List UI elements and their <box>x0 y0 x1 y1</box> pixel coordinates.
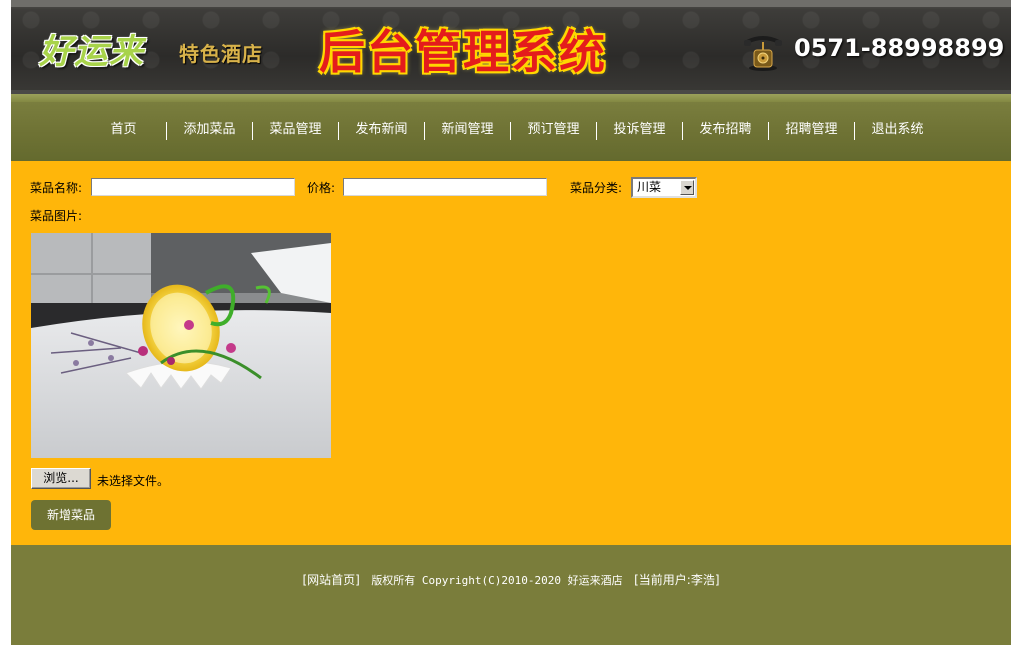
footer-home-link[interactable]: [网站首页] <box>302 573 359 587</box>
phone-number: 0571-88998899 <box>794 34 1005 62</box>
nav-item-reservation-management[interactable]: 预订管理 <box>511 122 597 140</box>
nav-list: 首页 添加菜品 菜品管理 发布新闻 新闻管理 预订管理 投诉管理 发布招聘 招聘… <box>81 122 940 140</box>
chevron-down-icon[interactable] <box>680 180 694 195</box>
file-status-text: 未选择文件。 <box>97 474 170 488</box>
system-title: 后台管理系统 <box>319 25 607 79</box>
footer-copyright: 版权所有 Copyright(C)2010-2020 好运来酒店 <box>371 574 623 587</box>
category-label: 菜品分类: <box>570 181 623 195</box>
nav-item-publish-recruitment[interactable]: 发布招聘 <box>683 122 769 140</box>
nav-item-dish-management[interactable]: 菜品管理 <box>253 122 339 140</box>
price-input[interactable] <box>343 178 547 196</box>
add-dish-form: 菜品名称: 价格: 菜品分类: 川菜 菜品图片: 浏览... 未选择文件。 新增… <box>11 161 1011 545</box>
footer: [网站首页] 版权所有 Copyright(C)2010-2020 好运来酒店 … <box>11 545 1011 645</box>
dish-name-input[interactable] <box>91 178 295 196</box>
dish-name-label: 菜品名称: <box>30 181 83 195</box>
dish-image-label: 菜品图片: <box>30 209 83 223</box>
browse-file-button[interactable]: 浏览... <box>31 468 91 489</box>
logo-subtitle: 特色酒店 <box>179 42 263 66</box>
footer-current-user: [当前用户:李浩] <box>634 573 720 587</box>
dish-image-preview <box>31 233 331 458</box>
add-dish-submit-button[interactable]: 新增菜品 <box>31 500 111 530</box>
banner-top-strip <box>11 0 1011 7</box>
nav-item-home[interactable]: 首页 <box>81 122 167 140</box>
nav-item-news-management[interactable]: 新闻管理 <box>425 122 511 140</box>
nav-item-logout[interactable]: 退出系统 <box>855 122 940 140</box>
category-select[interactable]: 川菜 <box>631 177 697 198</box>
header-banner: 好运来 特色酒店 后台管理系统 0571-88998899 <box>11 0 1011 94</box>
logo-text: 好运来 <box>39 32 144 72</box>
main-nav: 首页 添加菜品 菜品管理 发布新闻 新闻管理 预订管理 投诉管理 发布招聘 招聘… <box>11 94 1011 161</box>
nav-item-publish-news[interactable]: 发布新闻 <box>339 122 425 140</box>
nav-item-recruitment-management[interactable]: 招聘管理 <box>769 122 855 140</box>
nav-item-complaint-management[interactable]: 投诉管理 <box>597 122 683 140</box>
page-frame: 好运来 特色酒店 后台管理系统 0571-88998899 首页 添加菜品 菜品… <box>11 0 1011 645</box>
footer-text: [网站首页] 版权所有 Copyright(C)2010-2020 好运来酒店 … <box>11 571 1011 588</box>
category-selected-value: 川菜 <box>637 180 662 194</box>
telephone-icon <box>744 36 782 71</box>
nav-item-add-dish[interactable]: 添加菜品 <box>167 122 253 140</box>
nav-top-strip <box>11 94 1011 102</box>
price-label: 价格: <box>307 181 336 195</box>
